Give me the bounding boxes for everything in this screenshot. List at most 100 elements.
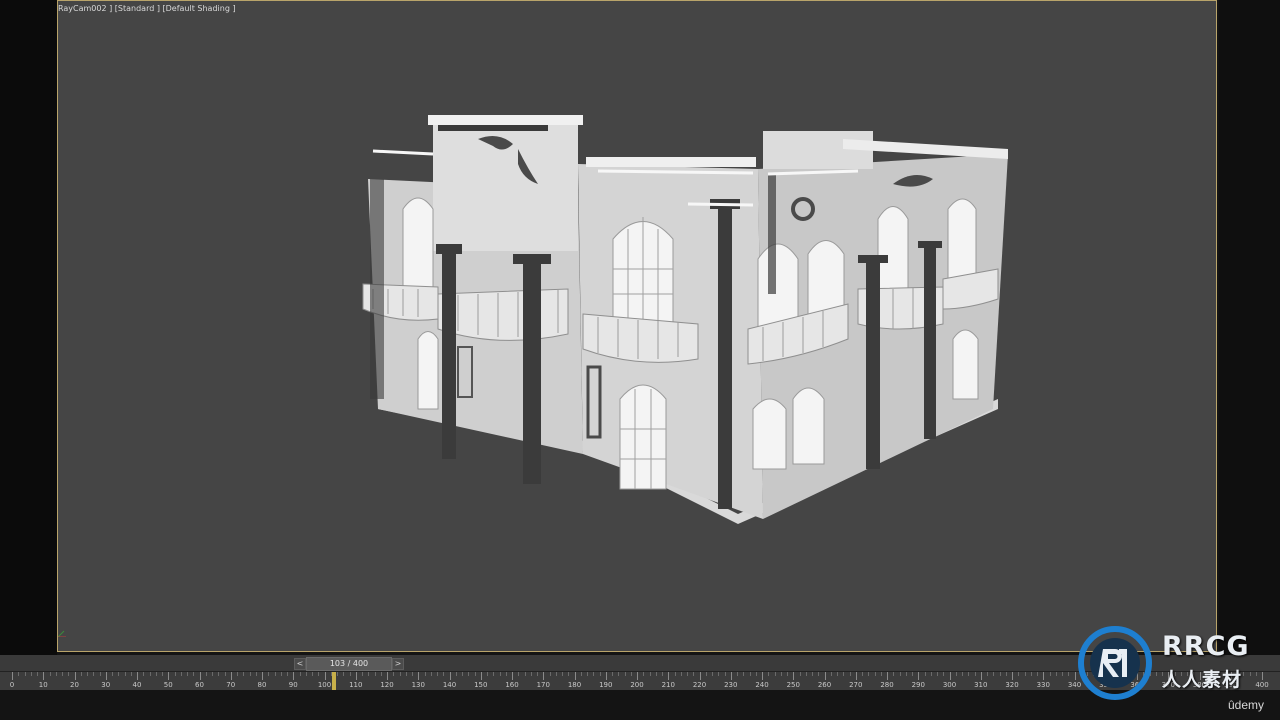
timeline-tick [618,672,620,676]
timeline-tick [993,672,995,676]
timeline-tick [212,672,213,676]
timeline-tick [237,672,238,676]
timeline-tick [437,672,438,676]
timeline-tick [449,672,451,680]
timeline-tick [205,672,207,676]
timeline-tick [87,672,88,676]
timeline-tick [805,672,807,676]
timeline-tick [124,672,126,676]
timeline-tick [299,672,301,676]
watermark: RRCG 人人素材 [1074,625,1280,703]
timeline-tick [474,672,476,676]
timeline-tick [980,672,982,680]
timeline-tick [280,672,282,676]
timeline-tick [305,672,307,676]
timeline-tick-label: 30 [101,681,111,689]
timeline-tick-label: 320 [1005,681,1019,689]
timeline-tick [674,672,676,676]
timeline-tick [568,672,570,676]
timeline-tick [580,672,582,676]
timeline-tick [268,672,270,676]
timeline-tick-label: 170 [536,681,550,689]
timeline-tick [718,672,720,676]
timeline-tick [349,672,351,676]
timeline-tick [412,672,413,676]
timeline-tick [43,672,45,680]
timeline-tick [55,672,57,676]
timeline-tick [999,672,1001,676]
building-model[interactable] [358,109,1018,539]
timeline-tick [943,672,945,676]
playhead[interactable] [331,672,336,690]
timeline-tick [774,672,776,676]
timeline-tick [530,672,532,676]
timeline-tick [937,672,938,676]
timeline-tick [105,672,107,680]
timeline-tick [155,672,157,676]
timeline-tick [487,672,488,676]
timeline-tick [130,672,132,676]
timeline-tick [518,672,520,676]
timeline-tick [793,672,795,680]
timeline-tick [387,672,388,680]
timeline-tick-label: 80 [257,681,267,689]
timeline-tick-label: 250 [786,681,800,689]
timeline-tick [243,672,245,676]
timeline-tick [137,672,138,680]
prev-frame-button[interactable]: < [294,658,306,670]
timeline-tick-label: 60 [195,681,204,689]
next-frame-button[interactable]: > [392,658,404,670]
rrcg-logo-icon [1078,626,1152,700]
timeline-tick-label: 110 [349,681,363,689]
3d-viewport[interactable]: RayCam002 ] [Standard ] [Default Shading… [57,0,1217,652]
timeline-tick [874,672,876,676]
timeline-tick-label: 190 [599,681,613,689]
timeline-tick [368,672,370,676]
timeline-tick-label: 160 [505,681,519,689]
timeline-tick [955,672,957,676]
timeline-tick [93,672,95,676]
timeline-tick [712,672,713,676]
timeline-tick [1012,672,1013,680]
timeline-tick [605,672,607,680]
timeline-tick [562,672,563,676]
timeline-tick [868,672,870,676]
timeline-tick [762,672,763,680]
timeline-tick [824,672,826,680]
timeline-tick [905,672,907,676]
timeline-tick [143,672,145,676]
timeline-tick-label: 0 [9,681,15,689]
timeline-tick [630,672,632,676]
timeline-tick [455,672,457,676]
timeline-tick [724,672,726,676]
timeline-tick [24,672,26,676]
timeline-tick-label: 240 [755,681,769,689]
right-panel [1219,0,1280,655]
timeline-tick [693,672,695,676]
timeline-tick-label: 210 [661,681,675,689]
timeline-tick [962,672,963,676]
timeline-tick-label: 130 [411,681,425,689]
timeline-tick-label: 40 [132,681,142,689]
timeline-tick [593,672,595,676]
timeline-tick [249,672,251,676]
viewport-label[interactable]: RayCam002 ] [Standard ] [Default Shading… [58,4,236,13]
timeline-tick-label: 100 [317,681,332,689]
timeline-tick [18,672,20,676]
timeline-tick-label: 50 [163,681,173,689]
timeline-tick [230,672,232,680]
timeline-tick [193,672,195,676]
timeline-tick [918,672,920,680]
timeline-tick [168,672,170,680]
timeline-tick [343,672,345,676]
timeline-tick [262,672,263,680]
axis-gizmo-icon [58,630,66,637]
time-slider-thumb[interactable]: 103 / 400 [306,657,392,671]
timeline-tick [968,672,970,676]
timeline-tick [362,672,363,676]
timeline-tick [80,672,82,676]
timeline-tick [574,672,576,680]
timeline-tick [405,672,407,676]
timeline-tick [74,672,76,680]
timeline-tick [418,672,420,680]
